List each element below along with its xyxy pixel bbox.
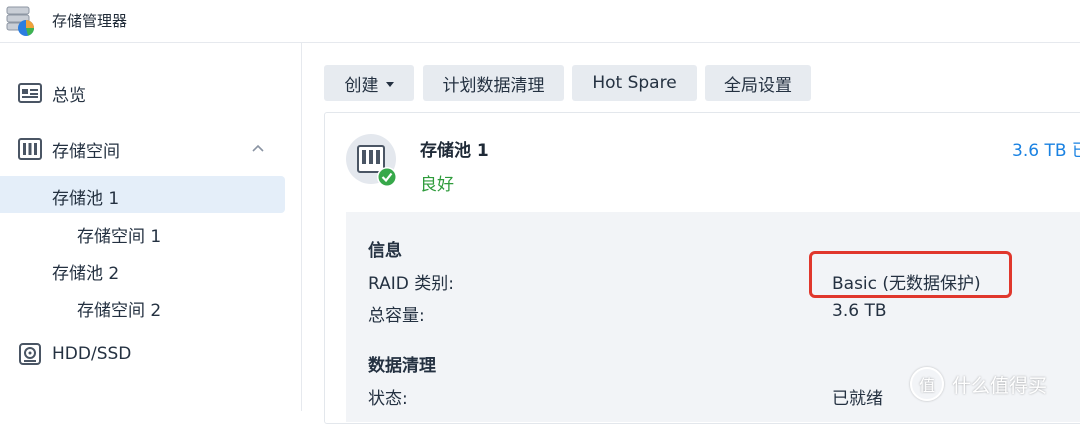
- total-capacity-label: 总容量:: [368, 306, 425, 326]
- storage-space-icon: [18, 138, 42, 160]
- sidebar-item-overview[interactable]: 总览: [0, 80, 285, 106]
- watermark: 值 什么值得买: [910, 366, 1047, 402]
- create-button[interactable]: 创建: [324, 65, 414, 101]
- watermark-logo-icon: 值: [910, 367, 944, 401]
- raid-type-label: RAID 类别:: [368, 274, 454, 294]
- create-button-label: 创建: [344, 75, 379, 96]
- info-section-title: 信息: [368, 241, 402, 261]
- pool-status: 良好: [420, 175, 454, 195]
- storage-manager-icon: [6, 6, 34, 36]
- storage-pool-icon: [346, 134, 397, 187]
- scrub-schedule-button[interactable]: 计划数据清理: [423, 65, 564, 101]
- disk-icon: [19, 343, 41, 365]
- hot-spare-button[interactable]: Hot Spare: [572, 65, 697, 101]
- sidebar-item-storage-space[interactable]: 存储空间: [0, 136, 285, 162]
- window-header: 存储管理器: [0, 0, 1080, 43]
- raid-highlight-box: [809, 251, 1012, 298]
- sidebar-item-volume-1[interactable]: 存储空间 1: [77, 222, 161, 247]
- pool-name: 存储池 1: [420, 141, 489, 161]
- selected-item-highlight: [0, 176, 285, 213]
- global-settings-button[interactable]: 全局设置: [705, 65, 811, 101]
- scrub-section-title: 数据清理: [368, 356, 436, 376]
- caret-down-icon: [385, 81, 394, 87]
- sidebar: 总览 存储空间 存储池 1 存储空间 1 存储池 2 存储空间 2 HDD/SS…: [0, 43, 302, 411]
- sidebar-item-label: HDD/SSD: [52, 344, 132, 364]
- chevron-up-icon[interactable]: [250, 141, 266, 157]
- watermark-text: 什么值得买: [952, 374, 1048, 397]
- scrub-status-value: 已就绪: [832, 389, 883, 409]
- sidebar-item-pool-2[interactable]: 存储池 2: [52, 259, 119, 284]
- sidebar-item-volume-2[interactable]: 存储空间 2: [77, 296, 161, 321]
- watermark-logo-glyph: 值: [918, 376, 935, 395]
- overview-icon: [18, 83, 42, 103]
- sidebar-item-pool-1[interactable]: 存储池 1: [52, 184, 119, 209]
- sidebar-item-hdd-ssd[interactable]: HDD/SSD: [0, 341, 285, 367]
- sidebar-item-label: 存储空间: [52, 141, 120, 162]
- sidebar-item-label: 总览: [52, 85, 86, 106]
- scrub-status-label: 状态:: [368, 389, 408, 409]
- pool-capacity-link[interactable]: 3.6 TB 已: [1012, 136, 1080, 161]
- app-title: 存储管理器: [52, 12, 128, 30]
- total-capacity-value: 3.6 TB: [832, 301, 887, 321]
